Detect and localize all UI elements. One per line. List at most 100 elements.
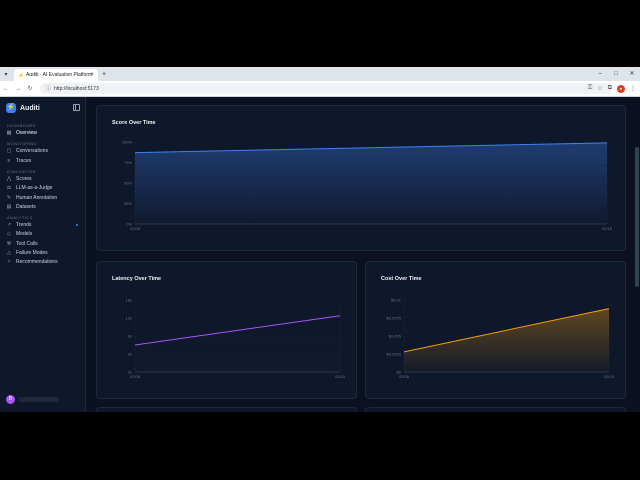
user-avatar[interactable]: B — [6, 395, 15, 404]
edit-icon: ✎ — [6, 194, 12, 201]
chart-icon: ⋀ — [6, 175, 12, 182]
y-tick-label: 25% — [124, 201, 132, 206]
nav-section-analytics: ANALYTICS — [7, 215, 33, 221]
nav-section-monitoring: MONITORING — [7, 141, 37, 147]
chat-icon: ▢ — [6, 148, 12, 155]
sidebar-item-scores[interactable]: ⋀ Scores — [4, 175, 82, 183]
y-tick-label: 12s — [126, 316, 132, 321]
y-tick-label: $0.0025 — [387, 352, 402, 357]
score-chart-card: Score Over Time 0% 25% 50% 75% 100% 02/08 02/1… — [96, 105, 626, 251]
sidebar-item-datasets[interactable]: ▤ Datasets — [4, 203, 82, 211]
cost-chart-card: Cost Over Time $0 $0.0025 $0.005 $0.0075 $0.… — [365, 261, 626, 399]
x-tick-label: 02/15 — [602, 226, 613, 231]
user-name-redacted — [19, 397, 59, 402]
address-bar: ← → ↻ ⓘ http://localhost:5173 ⚿ ☆ ⧉ ● ⋮ — [0, 81, 640, 97]
y-tick-label: 4s — [128, 352, 132, 357]
close-tab-icon[interactable]: × — [90, 72, 94, 78]
latency-chart: 0s4s8s12s16s02/08 02/15 — [126, 298, 346, 380]
sidebar-item-conversations[interactable]: ▢ Conversations — [4, 147, 82, 155]
y-tick-label: $0.01 — [391, 298, 402, 303]
trend-icon: ↗ — [6, 222, 12, 229]
series-area — [404, 308, 609, 372]
lightbulb-icon: ✧ — [6, 259, 12, 266]
y-tick-label: 50% — [124, 181, 132, 186]
series-area — [135, 142, 607, 224]
sidebar-item-tool-calls[interactable]: ⚒ Tool Calls — [4, 240, 82, 248]
sidebar-item-label: LLM-as-a-Judge — [16, 185, 53, 192]
sidebar-item-label: Failure Modes — [16, 250, 48, 256]
y-tick-label: 75% — [124, 160, 132, 165]
profile-avatar[interactable]: ● — [617, 84, 625, 93]
sidebar-item-failure-modes[interactable]: △ Failure Modes — [4, 249, 82, 257]
y-tick-label: $0.005 — [389, 334, 402, 339]
y-tick-label: 16s — [126, 298, 132, 303]
back-icon[interactable]: ← — [0, 86, 12, 92]
cost-chart: $0$0.0025$0.005$0.0075$0.0102/08 02/15 — [387, 298, 615, 380]
url-text: http://localhost:5173 — [54, 85, 99, 92]
sidebar-item-label: Tool Calls — [16, 240, 38, 247]
x-tick-label: 02/08 — [130, 226, 141, 231]
nav-section-evaluation: EVALUATION — [7, 168, 36, 174]
url-input[interactable]: ⓘ http://localhost:5173 — [40, 83, 612, 94]
sidebar-item-label: Traces — [16, 157, 32, 164]
forward-icon[interactable]: → — [12, 86, 24, 92]
brand-name: Auditi — [20, 104, 40, 112]
series-area — [135, 315, 340, 372]
site-info-icon[interactable]: ⓘ — [46, 85, 51, 92]
grid-icon: ▦ — [6, 130, 12, 136]
minimize-icon[interactable]: – — [592, 67, 608, 81]
brand-logo-icon: ⚡ — [6, 103, 16, 113]
tab-search-icon[interactable]: ▾ — [0, 67, 12, 81]
scrollbar[interactable] — [634, 97, 640, 412]
sidebar-item-label: Datasets — [16, 203, 36, 210]
maximize-icon[interactable]: □ — [608, 67, 624, 81]
wrench-icon: ⚒ — [6, 240, 12, 247]
scrollbar-thumb[interactable] — [635, 147, 639, 287]
y-tick-label: 100% — [122, 140, 133, 145]
sidebar-collapse-icon[interactable] — [73, 104, 80, 111]
cube-icon: ◇ — [7, 231, 11, 238]
close-window-icon[interactable]: ✕ — [624, 67, 640, 81]
window-controls: – □ ✕ — [592, 67, 640, 81]
x-tick-label: 02/15 — [335, 374, 346, 379]
nav-section-dashboard: DASHBOARD — [7, 123, 36, 128]
sidebar-item-label: Human Annotation — [16, 194, 58, 201]
sidebar-item-overview[interactable]: ▦ Overview — [4, 129, 82, 137]
sidebar-item-models[interactable]: ◇ Models — [4, 230, 82, 238]
key-icon[interactable]: ⚿ — [588, 85, 593, 92]
sidebar-item-recommendations[interactable]: ✧ Recommendations — [4, 258, 82, 266]
tab-favicon-icon: ⚡ — [18, 72, 25, 79]
list-icon: ≡ — [7, 157, 11, 164]
tab-title: Auditi - AI Evaluation Platform — [26, 72, 93, 78]
latency-chart-card: Latency Over Time 0s 4s 8s 12s 16s 02/08 02/15 — [96, 261, 357, 399]
y-tick-label: 8s — [128, 334, 132, 339]
browser-menu-icon[interactable]: ⋮ — [630, 85, 636, 92]
extensions-icon[interactable]: ⧉ — [608, 85, 612, 92]
sidebar-item-label: Models — [16, 231, 33, 238]
sidebar-item-label: Overview — [16, 130, 37, 136]
gavel-icon: ⚖ — [6, 185, 12, 192]
x-tick-label: 02/15 — [604, 374, 615, 379]
letterbox-bottom — [0, 412, 640, 480]
sidebar-item-label: Recommendations — [16, 259, 58, 266]
sidebar-item-trends[interactable]: ↗ Trends — [4, 221, 82, 229]
score-chart: 0%25%50%75%100%02/08 02/15 — [122, 140, 613, 232]
sidebar-item-traces[interactable]: ≡ Traces — [4, 157, 82, 165]
sidebar-item-label: Conversations — [16, 148, 48, 155]
bookmark-star-icon[interactable]: ☆ — [597, 85, 602, 92]
sidebar-item-label: Trends — [16, 222, 32, 229]
sidebar: ⚡ Auditi DASHBOARD ▦ Overview MONITORING ▢ Co… — [0, 97, 86, 412]
sidebar-item-human-annotation[interactable]: ✎ Human Annotation — [4, 194, 82, 202]
sidebar-item-llm-as-a-judge[interactable]: ⚖ LLM-as-a-Judge — [4, 184, 82, 192]
brand[interactable]: ⚡ Auditi — [6, 103, 40, 113]
main-content: Score Over Time 0% 25% 50% 75% 100% 02/08 02/1… — [86, 97, 640, 412]
reload-icon[interactable]: ↻ — [24, 85, 36, 92]
browser-window: ▾ ⚡ Auditi - AI Evaluation Platform × + … — [0, 67, 640, 412]
tab-bar: ▾ ⚡ Auditi - AI Evaluation Platform × + … — [0, 67, 640, 81]
new-tab-icon[interactable]: + — [102, 71, 106, 78]
x-tick-label: 02/08 — [130, 374, 141, 379]
active-indicator — [76, 224, 78, 227]
sidebar-item-label: Scores — [16, 175, 32, 182]
app-root: ⚡ Auditi DASHBOARD ▦ Overview MONITORING ▢ Co… — [0, 97, 640, 412]
browser-tab[interactable]: ⚡ Auditi - AI Evaluation Platform × — [14, 69, 98, 81]
